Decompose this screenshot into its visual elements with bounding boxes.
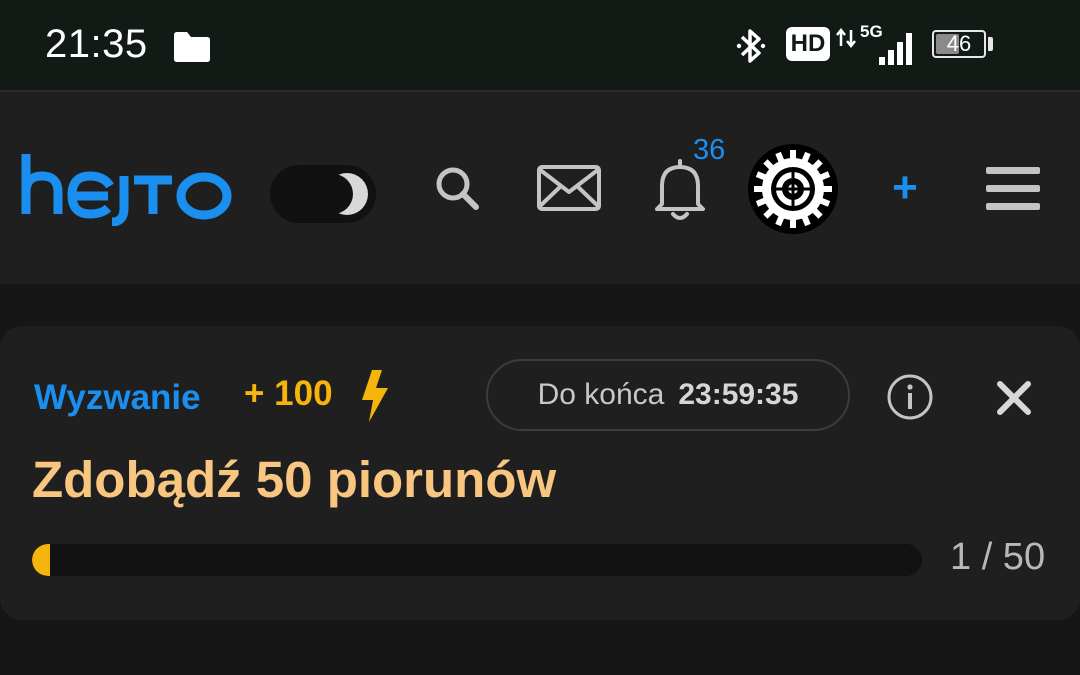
status-time: 21:35 (45, 22, 148, 66)
challenge-title: Zdobądź 50 piorunów (32, 451, 557, 508)
battery-level: 46 (946, 31, 972, 56)
lightning-icon (362, 370, 388, 422)
folder-icon (174, 32, 210, 62)
battery-icon: 46 (932, 30, 986, 58)
dark-mode-toggle[interactable] (270, 165, 376, 223)
notification-count-badge: 36 (693, 134, 726, 166)
hejto-logo[interactable] (20, 152, 234, 226)
challenge-label: Wyzwanie (34, 378, 201, 417)
info-icon[interactable] (886, 373, 934, 421)
search-icon[interactable] (432, 163, 484, 215)
challenge-timer: Do końca 23:59:35 (486, 359, 850, 431)
close-icon[interactable] (995, 379, 1033, 417)
challenge-progress-bar (32, 544, 922, 576)
timer-value: 23:59:35 (678, 378, 799, 411)
challenge-card: Wyzwanie + 100 Do końca 23:59:35 Zdobądź … (0, 326, 1080, 620)
battery-cap (988, 37, 993, 51)
moon-icon (324, 173, 368, 215)
avatar[interactable] (748, 144, 838, 234)
challenge-progress-fill (32, 544, 50, 576)
challenge-points: + 100 (244, 374, 333, 413)
status-bar: 21:35 HD 5G 46 (0, 0, 1080, 92)
hamburger-menu-icon[interactable] (984, 164, 1042, 214)
app-header: 36 + (0, 92, 1080, 284)
signal-strength-icon (879, 33, 912, 65)
timer-label: Do końca (537, 378, 665, 411)
bluetooth-icon (736, 29, 766, 63)
add-post-button[interactable]: + (884, 162, 926, 214)
mail-icon[interactable] (536, 164, 602, 212)
hd-voice-icon: HD (786, 27, 830, 61)
data-transfer-icon (836, 28, 856, 48)
challenge-progress-text: 1 / 50 (950, 536, 1046, 578)
